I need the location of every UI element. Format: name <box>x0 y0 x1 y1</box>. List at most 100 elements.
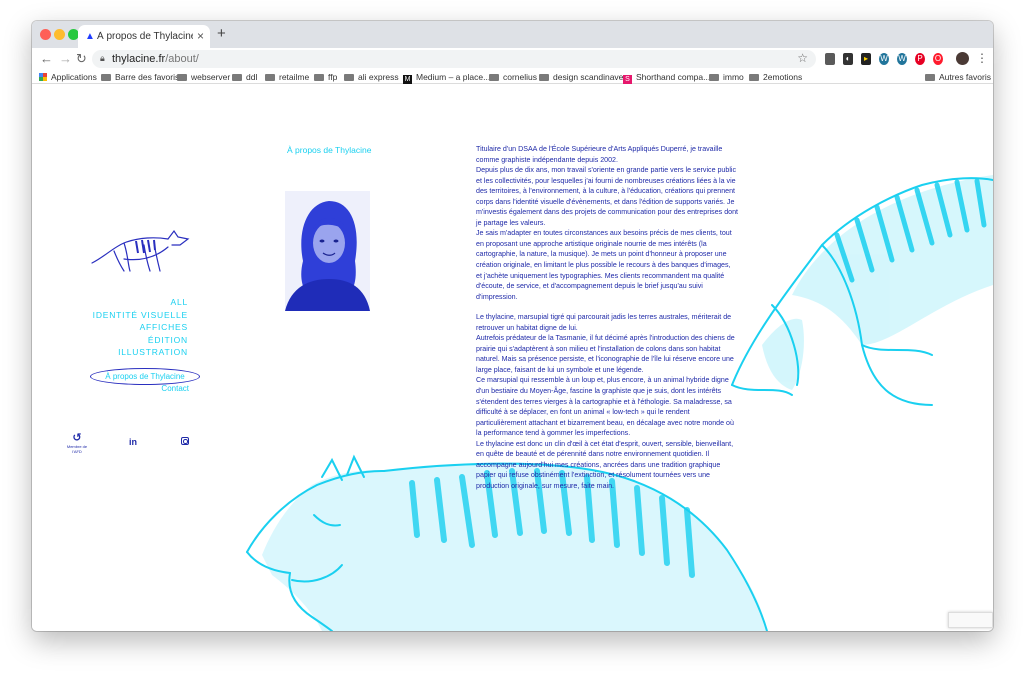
bookmark-item[interactable]: Barre des favoris <box>101 70 179 84</box>
paragraph-3: Je sais m'adapter en toutes circonstance… <box>476 229 732 301</box>
profile-avatar[interactable] <box>956 52 969 65</box>
minimize-window-button[interactable] <box>54 29 65 40</box>
reload-button[interactable]: ↻ <box>76 51 87 67</box>
bookmark-item[interactable]: immo <box>709 70 744 84</box>
nav-identite-visuelle[interactable]: IDENTITÉ VISUELLE <box>90 309 188 322</box>
browser-window: ▲ À propos de Thylacine - Thyla... × + ←… <box>32 21 993 631</box>
bookmark-label: ali express <box>358 72 399 82</box>
close-tab-icon[interactable]: × <box>197 29 204 43</box>
paragraph-2: Depuis plus de dix ans, mon travail s'or… <box>476 166 738 227</box>
folder-icon <box>709 74 719 81</box>
paragraph-5: Autrefois prédateur de la Tasmanie, il f… <box>476 334 735 374</box>
apps-grid-icon <box>39 73 47 81</box>
bookmark-label: design scandinave <box>553 72 624 82</box>
recaptcha-badge[interactable] <box>948 612 993 628</box>
page-heading: À propos de Thylacine <box>287 145 372 155</box>
bookmark-applications[interactable]: Applications <box>39 70 97 84</box>
url-domain: thylacine.fr <box>112 53 166 65</box>
folder-icon <box>925 74 935 81</box>
bookmark-label: ddl <box>246 72 258 82</box>
bookmark-item[interactable]: webserver <box>177 70 230 84</box>
new-tab-button[interactable]: + <box>217 25 226 42</box>
bookmark-label: cornelius <box>503 72 538 82</box>
afd-logo-icon: ↺ <box>72 432 82 444</box>
paragraph-4: Le thylacine, marsupial tigré qui parcou… <box>476 313 732 332</box>
wordpress-icon-2[interactable]: W <box>897 53 907 65</box>
forward-button[interactable]: → <box>59 51 72 66</box>
url-path: /about/ <box>165 53 199 65</box>
pinterest-icon[interactable]: P <box>915 53 925 65</box>
nav-contact[interactable]: Contact <box>90 384 189 393</box>
nav-affiches[interactable]: AFFICHES <box>90 321 188 334</box>
bookmark-label: immo <box>723 72 744 82</box>
opera-icon[interactable]: O <box>933 53 943 65</box>
bookmark-item[interactable]: cornelius <box>489 70 537 84</box>
bookmark-label: webserver <box>191 72 231 82</box>
folder-icon <box>314 74 324 81</box>
folder-icon <box>344 74 354 81</box>
nav-illustration[interactable]: ILLUSTRATION <box>90 346 188 359</box>
wordpress-icon[interactable]: W <box>879 53 889 65</box>
browser-toolbar: ← → ↻ 🔒︎ thylacine.fr/about/ ☆ ◐ ▸ W W P… <box>32 48 993 70</box>
bookmarks-bar: Applications Barre des favoris webserver… <box>32 70 993 84</box>
folder-icon <box>489 74 499 81</box>
address-bar[interactable]: 🔒︎ thylacine.fr/about/ ☆ <box>92 50 816 68</box>
portrait-illustration <box>285 191 370 311</box>
bookmark-label: Applications <box>51 72 97 82</box>
medium-icon: M <box>403 75 412 84</box>
tab-strip: ▲ À propos de Thylacine - Thyla... × + <box>32 21 993 48</box>
instagram-icon[interactable] <box>181 437 189 445</box>
bookmark-item[interactable]: ali express <box>344 70 399 84</box>
extension-icon-1[interactable] <box>825 53 835 65</box>
lock-icon: 🔒︎ <box>100 53 105 63</box>
bookmark-label: retailme <box>279 72 310 82</box>
bookmark-item[interactable]: M Medium – a place... <box>403 70 490 84</box>
shorthand-icon: S <box>623 75 632 84</box>
bookmark-label: Barre des favoris <box>115 72 180 82</box>
bookmark-label: ffp <box>328 72 338 82</box>
nav-about-active[interactable]: À propos de Thylacine <box>90 368 200 385</box>
nav-edition[interactable]: ÉDITION <box>90 334 188 347</box>
folder-icon <box>539 74 549 81</box>
browser-tab-active[interactable]: ▲ À propos de Thylacine - Thyla... × <box>78 25 210 48</box>
thylacine-favicon-icon: ▲ <box>85 31 95 42</box>
extension-icon-2[interactable]: ◐ <box>843 53 853 65</box>
bookmark-label: Shorthand compa... <box>636 72 711 82</box>
bookmark-item[interactable]: design scandinave <box>539 70 623 84</box>
bookmark-item[interactable]: ffp <box>314 70 337 84</box>
web-page: ALL IDENTITÉ VISUELLE AFFICHES ÉDITION I… <box>32 85 993 631</box>
afd-member-label: Membre de l'AFD <box>66 444 88 454</box>
folder-icon <box>232 74 242 81</box>
folder-icon <box>749 74 759 81</box>
afd-member-badge[interactable]: ↺ Membre de l'AFD <box>62 431 92 454</box>
folder-icon <box>265 74 275 81</box>
folder-icon <box>101 74 111 81</box>
folder-icon <box>177 74 187 81</box>
paragraph-6: Ce marsupial qui ressemble à un loup et,… <box>476 376 734 438</box>
portrait-photo <box>285 191 370 311</box>
bookmark-label: Medium – a place... <box>416 72 491 82</box>
bookmark-label: Autres favoris <box>939 72 991 82</box>
about-text: Titulaire d'un DSAA de l'École Supérieur… <box>476 144 738 492</box>
linkedin-icon[interactable]: in <box>129 437 137 447</box>
bookmark-item[interactable]: retailme <box>265 70 309 84</box>
bookmark-label: 2emotions <box>763 72 803 82</box>
bookmark-item[interactable]: 2emotions <box>749 70 802 84</box>
bookmark-other[interactable]: Autres favoris <box>925 70 991 84</box>
star-icon[interactable]: ☆ <box>797 51 808 65</box>
browser-menu-icon[interactable]: ⋮ <box>976 51 988 65</box>
close-window-button[interactable] <box>40 29 51 40</box>
paragraph-7: Le thylacine est donc un clin d'œil à ce… <box>476 439 734 490</box>
paragraph-1: Titulaire d'un DSAA de l'École Supérieur… <box>476 145 723 164</box>
extension-icon-3[interactable]: ▸ <box>861 53 871 65</box>
nav-all[interactable]: ALL <box>90 296 188 309</box>
hand-drawn-circle <box>90 368 200 385</box>
tab-title: À propos de Thylacine - Thyla... <box>97 31 193 42</box>
address-url: thylacine.fr/about/ <box>112 53 199 65</box>
thylacine-logo-icon <box>91 229 190 272</box>
bookmark-item[interactable]: S Shorthand compa... <box>623 70 710 84</box>
bookmark-item[interactable]: ddl <box>232 70 257 84</box>
back-button[interactable]: ← <box>40 51 53 66</box>
screenshot-stage: ▲ À propos de Thylacine - Thyla... × + ←… <box>0 0 1024 673</box>
